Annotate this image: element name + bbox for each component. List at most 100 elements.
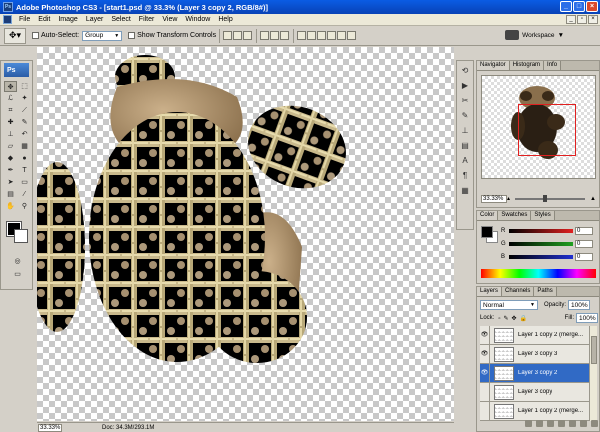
- layer-row-selected[interactable]: 👁 Layer 3 copy 2: [480, 363, 590, 383]
- eye-hidden-slot[interactable]: [480, 382, 490, 402]
- clone-source-icon[interactable]: ⊥: [459, 126, 471, 136]
- brushes-icon[interactable]: ✎: [459, 111, 471, 121]
- layers-scrollbar[interactable]: [589, 326, 597, 421]
- auto-select-checkbox[interactable]: [32, 32, 39, 39]
- tab-paths[interactable]: Paths: [534, 287, 557, 296]
- align-bottom-button[interactable]: [243, 31, 253, 40]
- green-slider[interactable]: [509, 241, 573, 246]
- distribute-right-button[interactable]: [347, 31, 357, 40]
- menu-layer[interactable]: Layer: [82, 16, 108, 23]
- tab-channels[interactable]: Channels: [502, 287, 535, 296]
- layer-comps-icon[interactable]: ▤: [459, 141, 471, 151]
- tool-preset-picker[interactable]: ✥▾: [4, 27, 26, 44]
- blur-tool-icon[interactable]: ◆: [4, 153, 17, 164]
- blend-mode-dropdown[interactable]: Normal ▼: [480, 300, 538, 310]
- zoom-level-field[interactable]: 33.33%: [38, 423, 62, 432]
- align-top-button[interactable]: [223, 31, 233, 40]
- navigator-zoom-field[interactable]: 33.33%: [481, 194, 507, 203]
- brush-tool-icon[interactable]: ✎: [18, 117, 31, 128]
- dodge-tool-icon[interactable]: ●: [18, 153, 31, 164]
- eraser-tool-icon[interactable]: ▱: [4, 141, 17, 152]
- zoom-in-icon[interactable]: ▲: [590, 196, 596, 202]
- doc-size-info[interactable]: Doc: 34.3M/293.1M: [102, 425, 154, 431]
- crop-tool-icon[interactable]: ⌗: [4, 105, 17, 116]
- tool-presets-icon[interactable]: ✂: [459, 96, 471, 106]
- doc-minimize-button[interactable]: _: [566, 15, 576, 24]
- color-spectrum-ramp[interactable]: [481, 269, 596, 278]
- type-tool-icon[interactable]: T: [18, 165, 31, 176]
- show-transform-checkbox[interactable]: [128, 32, 136, 39]
- path-selection-tool-icon[interactable]: ➤: [4, 177, 17, 188]
- menu-filter[interactable]: Filter: [135, 16, 159, 23]
- layer-row[interactable]: Layer 1 copy 2 (merge...: [480, 401, 590, 421]
- paragraph-icon[interactable]: ¶: [459, 171, 471, 181]
- tab-swatches[interactable]: Swatches: [498, 211, 532, 220]
- scrollbar-thumb[interactable]: [591, 336, 597, 364]
- slice-tool-icon[interactable]: ⟋: [18, 105, 31, 116]
- eyedropper-tool-icon[interactable]: ⁄: [18, 189, 31, 200]
- align-hcenter-button[interactable]: [270, 31, 280, 40]
- eye-icon[interactable]: 👁: [480, 325, 490, 345]
- actions-icon[interactable]: ▶: [459, 81, 471, 91]
- align-left-button[interactable]: [260, 31, 270, 40]
- blue-slider[interactable]: [509, 254, 573, 259]
- new-group-icon[interactable]: [569, 420, 576, 427]
- zoom-out-icon[interactable]: ▴: [507, 195, 510, 202]
- new-layer-icon[interactable]: [580, 420, 587, 427]
- align-right-button[interactable]: [280, 31, 290, 40]
- layer-style-icon[interactable]: [536, 420, 543, 427]
- distribute-bottom-button[interactable]: [317, 31, 327, 40]
- maximize-button[interactable]: □: [573, 1, 585, 12]
- red-slider[interactable]: [509, 228, 573, 233]
- navigator-thumbnail[interactable]: [481, 75, 596, 179]
- menu-view[interactable]: View: [158, 16, 181, 23]
- marquee-tool-icon[interactable]: ⬚: [18, 81, 31, 92]
- doc-restore-button[interactable]: ▫: [577, 15, 587, 24]
- link-layers-icon[interactable]: [525, 420, 532, 427]
- red-value-field[interactable]: 0: [575, 226, 593, 235]
- menu-image[interactable]: Image: [54, 16, 81, 23]
- tab-color[interactable]: Color: [477, 211, 499, 220]
- color-fg-swatch[interactable]: [481, 226, 493, 238]
- menu-help[interactable]: Help: [214, 16, 236, 23]
- navigator-zoom-slider[interactable]: [515, 194, 586, 202]
- align-vcenter-button[interactable]: [233, 31, 243, 40]
- history-brush-tool-icon[interactable]: ↶: [18, 129, 31, 140]
- layer-row[interactable]: Layer 3 copy: [480, 382, 590, 402]
- blue-value-field[interactable]: 0: [575, 252, 593, 261]
- zoom-slider-knob[interactable]: [543, 194, 548, 202]
- tab-layers[interactable]: Layers: [477, 287, 503, 296]
- doc-close-button[interactable]: ×: [588, 15, 598, 24]
- eye-hidden-slot[interactable]: [480, 401, 490, 421]
- menu-select[interactable]: Select: [107, 16, 134, 23]
- menu-file[interactable]: File: [15, 16, 34, 23]
- adjustment-layer-icon[interactable]: [558, 420, 565, 427]
- healing-brush-tool-icon[interactable]: ✚: [4, 117, 17, 128]
- character-icon[interactable]: A: [459, 156, 471, 166]
- tab-navigator[interactable]: Navigator: [477, 61, 510, 70]
- tab-styles[interactable]: Styles: [531, 211, 555, 220]
- layer-row[interactable]: 👁 Layer 3 copy 3: [480, 344, 590, 364]
- history-icon[interactable]: ⟲: [459, 66, 471, 76]
- pen-tool-icon[interactable]: ✒: [4, 165, 17, 176]
- shape-tool-icon[interactable]: ▭: [18, 177, 31, 188]
- move-tool-icon[interactable]: ✥: [4, 81, 17, 92]
- eye-icon[interactable]: 👁: [480, 363, 490, 383]
- quick-mask-icon[interactable]: ◎: [11, 256, 24, 267]
- fill-field[interactable]: 100%: [576, 313, 598, 323]
- distribute-left-button[interactable]: [327, 31, 337, 40]
- minimize-button[interactable]: _: [560, 1, 572, 12]
- trash-icon[interactable]: [591, 420, 598, 427]
- layer-mask-icon[interactable]: [547, 420, 554, 427]
- layer-row[interactable]: 👁 Layer 1 copy 2 (merge...: [480, 325, 590, 345]
- menu-edit[interactable]: Edit: [34, 16, 54, 23]
- menu-window[interactable]: Window: [181, 16, 214, 23]
- screen-mode-icon[interactable]: ▭: [11, 269, 24, 280]
- green-value-field[interactable]: 0: [575, 239, 593, 248]
- info-icon[interactable]: ▦: [459, 186, 471, 196]
- clone-stamp-tool-icon[interactable]: ⊥: [4, 129, 17, 140]
- tab-histogram[interactable]: Histogram: [509, 61, 545, 70]
- document-canvas[interactable]: [37, 47, 454, 421]
- opacity-field[interactable]: 100%: [568, 300, 591, 310]
- background-color-swatch[interactable]: [14, 229, 28, 243]
